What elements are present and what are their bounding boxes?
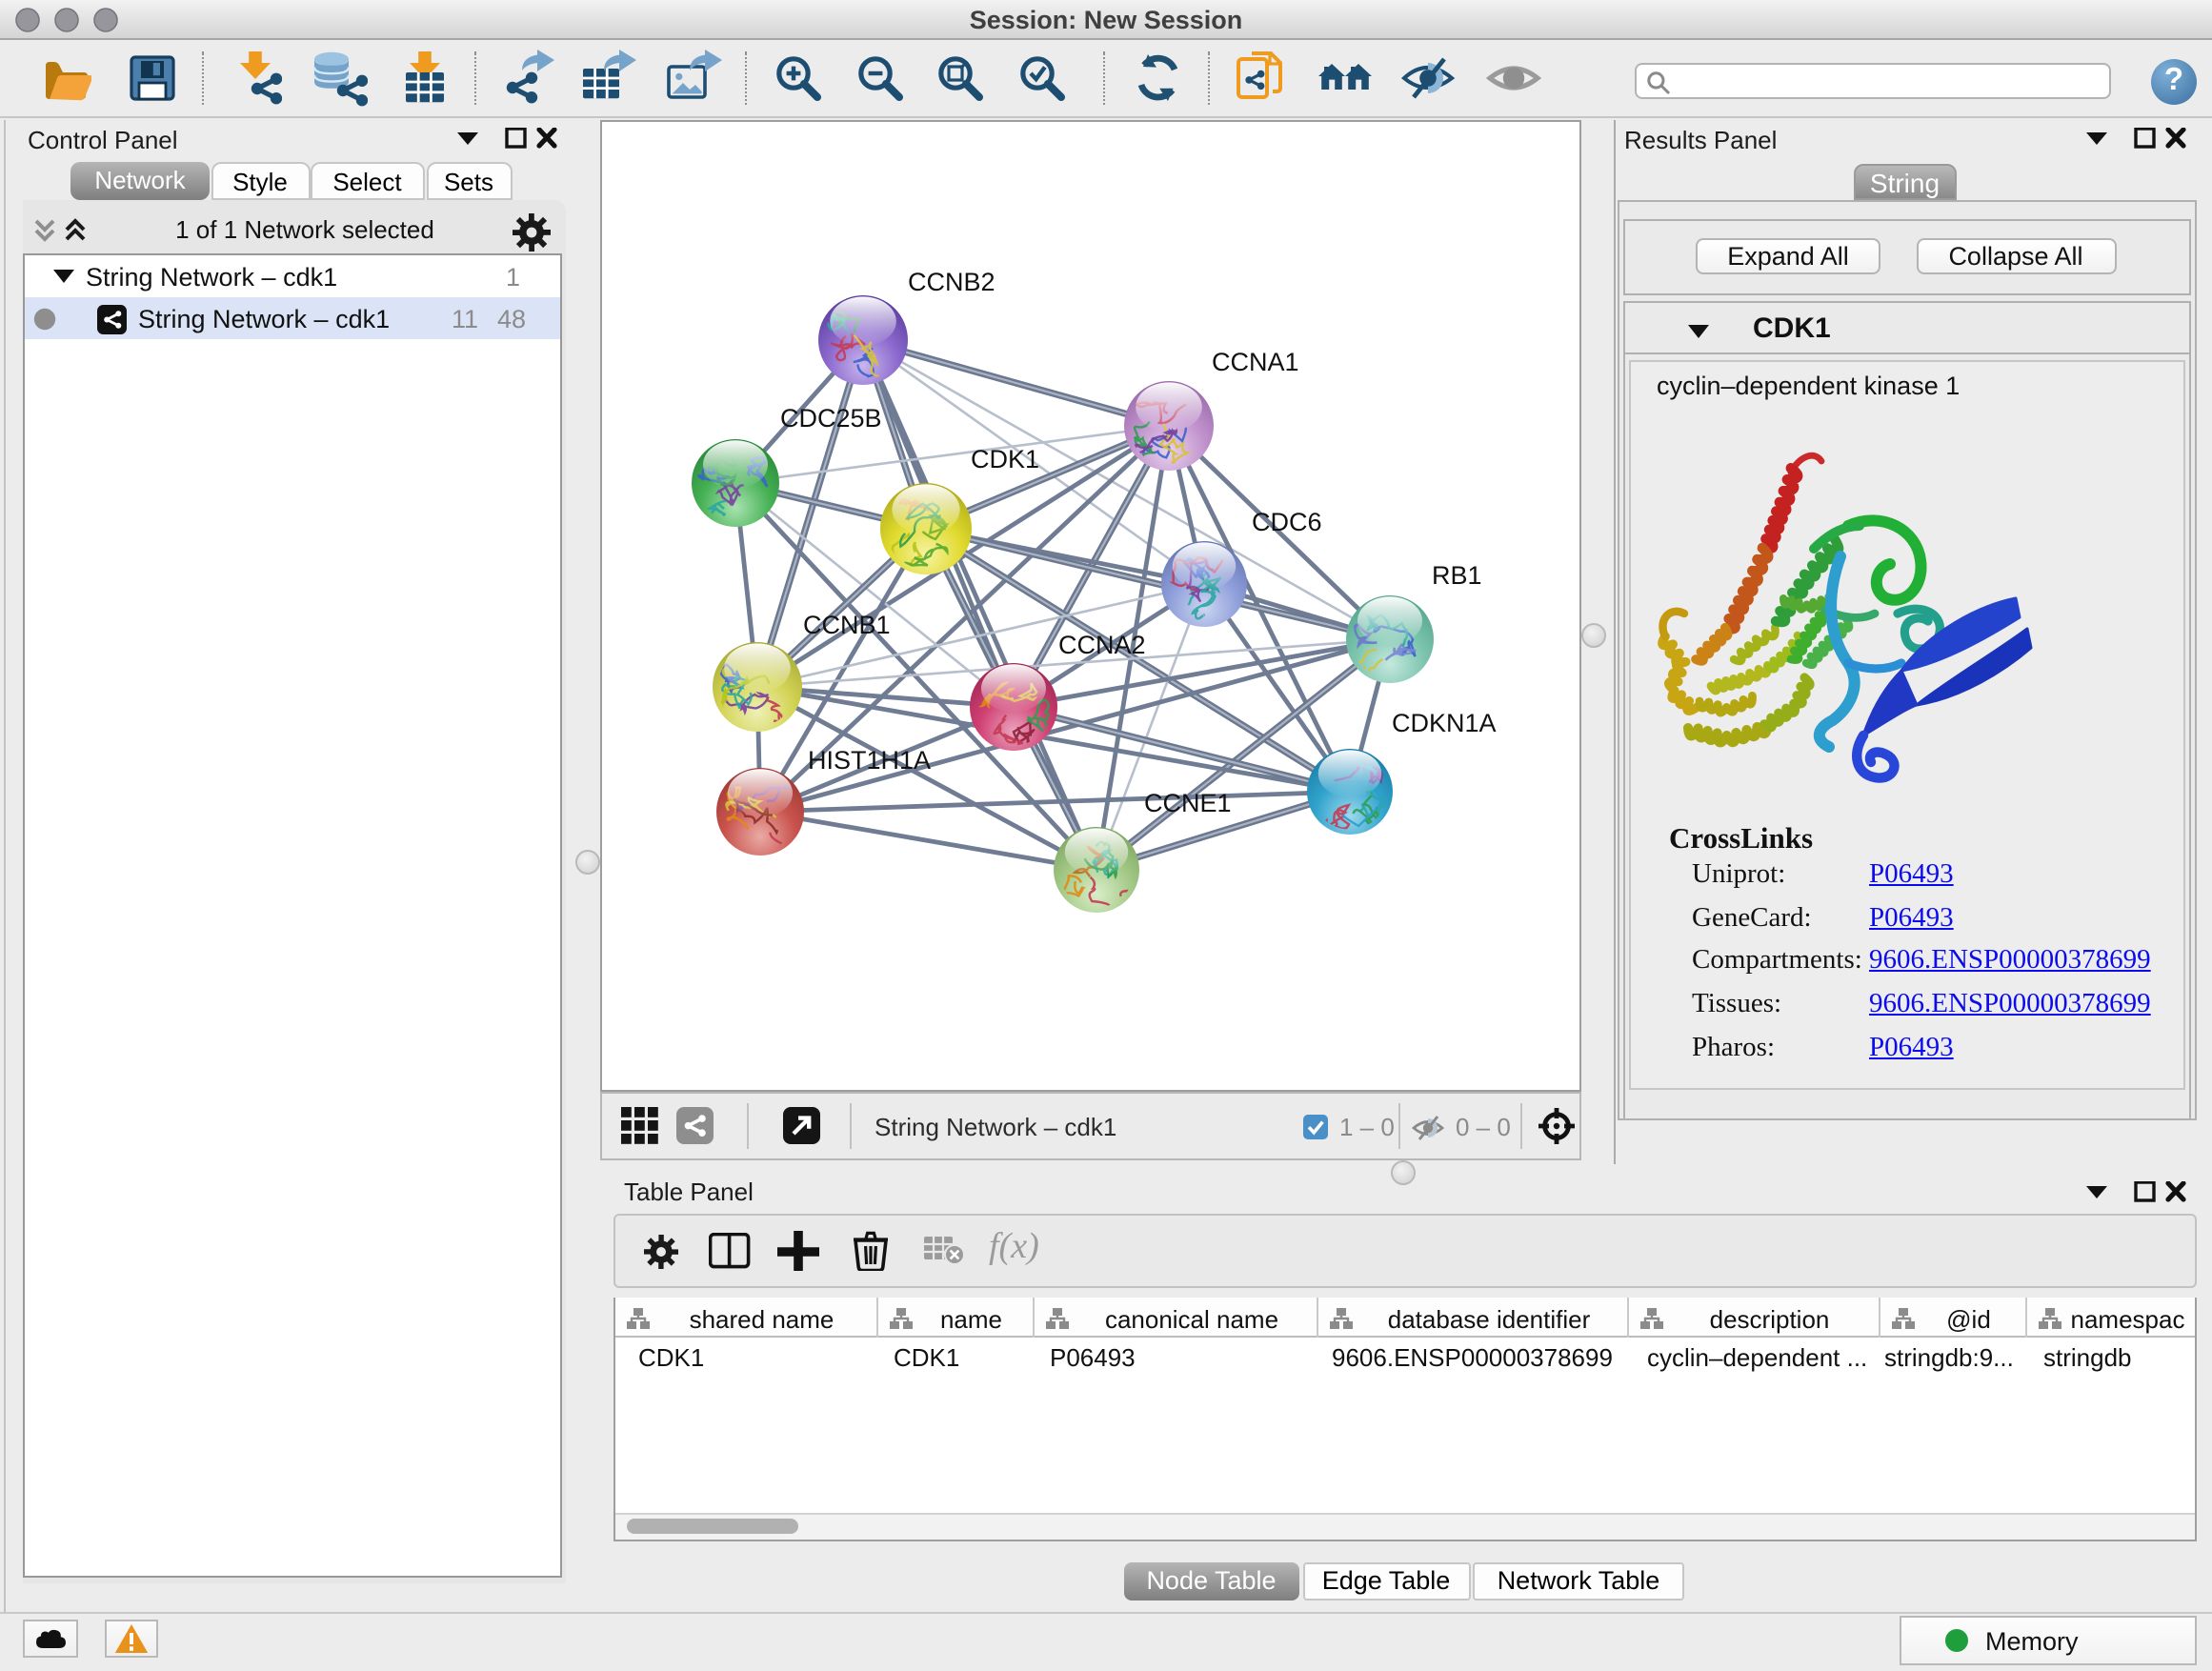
svg-text:CCNE1: CCNE1 (1143, 788, 1231, 816)
svg-text:CDKN1A: CDKN1A (1391, 708, 1496, 736)
svg-text:HIST1H1A: HIST1H1A (807, 745, 930, 774)
svg-text:CCNA1: CCNA1 (1211, 347, 1298, 375)
svg-text:CDC25B: CDC25B (779, 403, 881, 432)
svg-text:CCNA2: CCNA2 (1057, 630, 1145, 658)
svg-text:CDK1: CDK1 (970, 444, 1038, 473)
svg-text:CDC6: CDC6 (1251, 507, 1321, 535)
svg-text:RB1: RB1 (1431, 560, 1481, 589)
svg-text:CCNB1: CCNB1 (802, 610, 890, 638)
svg-text:CCNB2: CCNB2 (907, 267, 995, 295)
